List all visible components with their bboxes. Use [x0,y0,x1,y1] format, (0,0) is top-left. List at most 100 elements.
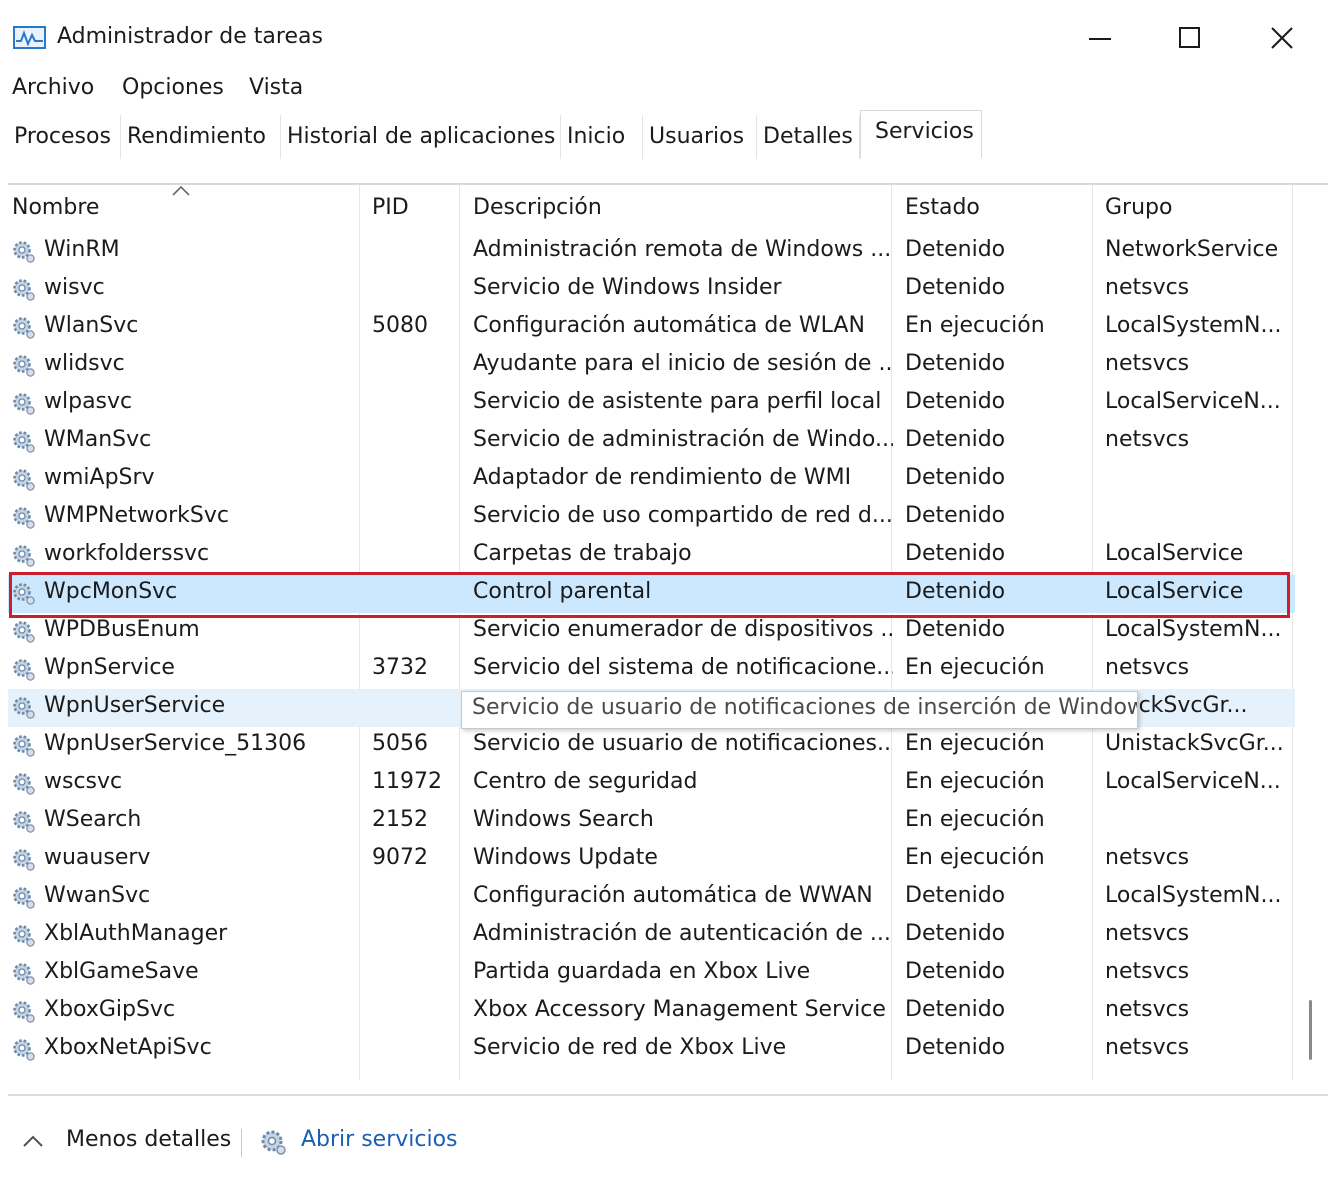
service-row[interactable]: WPDBusEnum Servicio enumerador de disposi… [8,613,1295,651]
close-button[interactable] [1252,14,1312,62]
tab-servicios[interactable]: Servicios [860,110,982,158]
service-row[interactable]: wscsvc 11972 Centro de seguridad En ejecuci… [8,765,1295,803]
cell-group: netsvcs [1105,1035,1190,1060]
cell-status: Detenido [905,503,1006,528]
service-row[interactable]: WSearch 2152 Windows Search En ejecución [8,803,1295,841]
cell-name: wisvc [44,275,105,300]
cell-group: netsvcs [1105,427,1190,452]
service-row[interactable]: workfolderssvc Carpetas de trabajo Detenid… [8,537,1295,575]
gear-icon [13,469,35,491]
cell-group: LocalServiceN... [1105,389,1281,414]
header-grupo[interactable]: Grupo [1105,195,1172,220]
open-services-link[interactable]: Abrir servicios [301,1127,458,1152]
tab-usuarios[interactable]: Usuarios [643,115,757,159]
header-descripcion[interactable]: Descripción [473,195,602,220]
maximize-button[interactable] [1160,14,1220,62]
column-header: Nombre PID Descripción Estado Grupo [0,185,1295,233]
cell-status: Detenido [905,617,1006,642]
tab-historial[interactable]: Historial de aplicaciones [281,115,561,159]
cell-pid: 5080 [372,313,428,338]
cell-name: XboxGipSvc [44,997,176,1022]
window-title: Administrador de tareas [57,24,323,49]
cell-status: En ejecución [905,807,1045,832]
cell-group: LocalService [1105,541,1244,566]
menu-opciones[interactable]: Opciones [122,75,224,100]
service-row[interactable]: WinRM Administración remota de Windows ..… [8,233,1295,271]
cell-description: Partida guardada en Xbox Live [473,959,811,984]
header-pid[interactable]: PID [372,195,409,220]
gear-icon [13,1039,35,1061]
service-row[interactable]: WpnService 3732 Servicio del sistema de no… [8,651,1295,689]
cell-name: WinRM [44,237,120,262]
tab-inicio[interactable]: Inicio [561,115,643,159]
cell-description: Servicio de Windows Insider [473,275,782,300]
service-row[interactable]: WMPNetworkSvc Servicio de uso compartido … [8,499,1295,537]
tab-rendimiento[interactable]: Rendimiento [121,115,281,159]
gear-icon [13,735,35,757]
cell-group: netsvcs [1105,845,1190,870]
gear-icon [13,811,35,833]
header-estado[interactable]: Estado [905,195,980,220]
gear-icon [13,621,35,643]
description-tooltip: Servicio de usuario de notificaciones de… [461,691,1138,729]
cell-description: Windows Update [473,845,658,870]
cell-status: Detenido [905,883,1006,908]
tab-procesos[interactable]: Procesos [8,115,121,159]
service-row[interactable]: WwanSvc Configuración automática de WWAN D… [8,879,1295,917]
cell-name: wmiApSrv [44,465,155,490]
chevron-up-icon[interactable] [22,1134,44,1148]
task-manager-window: Administrador de tareas Archivo Opciones… [0,0,1328,1187]
cell-status: Detenido [905,921,1006,946]
service-row[interactable]: wmiApSrv Adaptador de rendimiento de WMI D… [8,461,1295,499]
tab-bar: Procesos Rendimiento Historial de aplica… [0,110,1328,160]
gear-icon [13,773,35,795]
cell-status: Detenido [905,427,1006,452]
service-row[interactable]: WpnUserService_51306 5056 Servicio de usua… [8,727,1295,765]
cell-description: Configuración automática de WLAN [473,313,865,338]
service-row[interactable]: XblGameSave Partida guardada en Xbox Live… [8,955,1295,993]
service-row[interactable]: WManSvc Servicio de administración de Win… [8,423,1295,461]
cell-name: WpnUserService [44,693,226,718]
gear-icon [13,393,35,415]
cell-group: netsvcs [1105,275,1190,300]
cell-group: netsvcs [1105,655,1190,680]
cell-status: En ejecución [905,769,1045,794]
service-row[interactable]: wlpasvc Servicio de asistente para perfil… [8,385,1295,423]
cell-status: Detenido [905,351,1006,376]
service-row[interactable]: XblAuthManager Administración de autentic… [8,917,1295,955]
gear-icon [13,507,35,529]
less-details-button[interactable]: Menos detalles [66,1127,231,1152]
service-row[interactable]: XboxNetApiSvc Servicio de red de Xbox Liv… [8,1031,1295,1069]
service-row[interactable]: XboxGipSvc Xbox Accessory Management Serv… [8,993,1295,1031]
menu-vista[interactable]: Vista [249,75,303,100]
cell-pid: 9072 [372,845,428,870]
footer-divider [8,1094,1328,1096]
cell-pid: 11972 [372,769,442,794]
vertical-scrollbar[interactable] [1309,1000,1312,1060]
menu-archivo[interactable]: Archivo [12,75,94,100]
service-row[interactable]: wisvc Servicio de Windows Insider Detenido… [8,271,1295,309]
gear-icon [13,355,35,377]
highlight-box [9,572,1290,618]
cell-status: Detenido [905,465,1006,490]
cell-group: netsvcs [1105,959,1190,984]
cell-group: LocalSystemN... [1105,883,1282,908]
gear-icon [13,545,35,567]
cell-description: Administración de autenticación de ... [473,921,891,946]
cell-group: LocalSystemN... [1105,617,1282,642]
cell-description: Servicio enumerador de dispositivos ... [473,617,893,642]
cell-name: wlpasvc [44,389,133,414]
service-row[interactable]: wuauserv 9072 Windows Update En ejecución ne… [8,841,1295,879]
cell-name: wscsvc [44,769,123,794]
cell-name: WManSvc [44,427,152,452]
service-row[interactable]: WlanSvc 5080 Configuración automática de W… [8,309,1295,347]
service-row[interactable]: wlidsvc Ayudante para el inicio de sesión… [8,347,1295,385]
minimize-button[interactable] [1070,14,1130,62]
gear-icon [13,1001,35,1023]
cell-description: Centro de seguridad [473,769,698,794]
tab-detalles[interactable]: Detalles [757,115,860,159]
header-nombre[interactable]: Nombre [12,195,99,220]
cell-name: XblGameSave [44,959,199,984]
cell-description: Servicio de administración de Windo... [473,427,893,452]
cell-group: LocalSystemN... [1105,313,1282,338]
